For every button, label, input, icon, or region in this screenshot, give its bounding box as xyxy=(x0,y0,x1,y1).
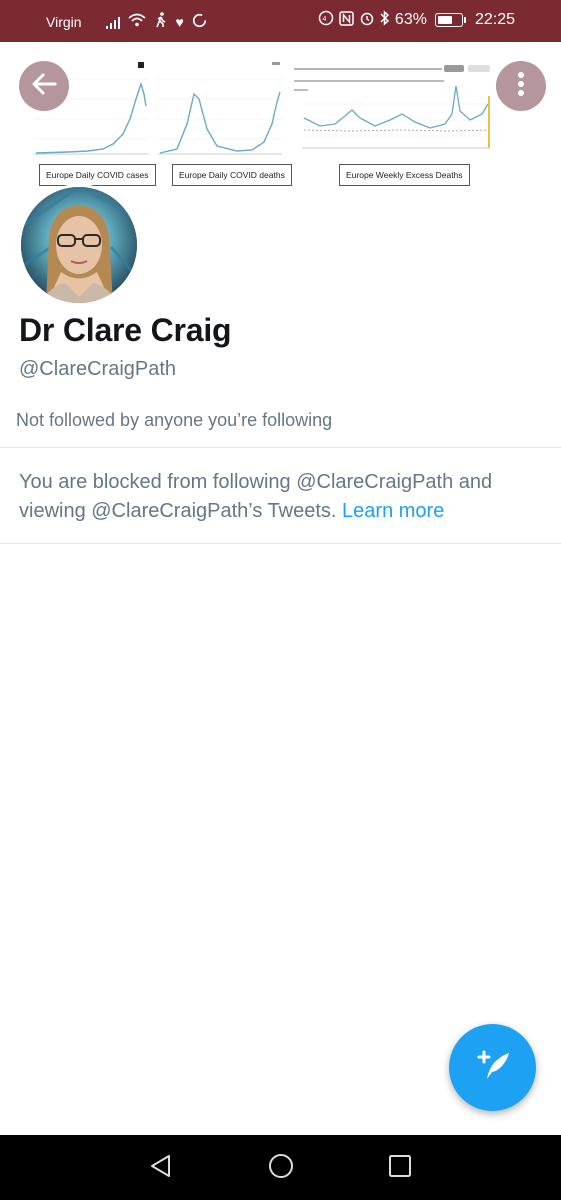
profile-banner[interactable]: Europe Daily COVID cases Europe Daily CO… xyxy=(0,42,561,190)
carrier-label: Virgin xyxy=(46,14,82,30)
sync-icon xyxy=(192,13,207,32)
status-right: 4 63% 22:25 xyxy=(318,10,515,30)
volte-icon: 4 xyxy=(318,10,334,30)
compose-tweet-button[interactable] xyxy=(449,1024,536,1111)
nav-back-icon xyxy=(148,1153,174,1184)
profile-name: Dr Clare Craig xyxy=(19,312,232,348)
banner-chart-deaths xyxy=(152,54,284,162)
divider-bottom xyxy=(0,543,561,544)
walking-icon xyxy=(154,12,168,32)
back-button[interactable] xyxy=(19,61,69,111)
alarm-icon xyxy=(359,10,375,30)
battery-icon xyxy=(434,13,466,27)
divider-top xyxy=(0,447,561,448)
blocked-notice: You are blocked from following @ClareCra… xyxy=(19,468,549,526)
battery-percent: 63% xyxy=(394,11,427,28)
compose-tweet-icon xyxy=(473,1045,513,1090)
wifi-icon xyxy=(127,13,146,31)
followed-by-text: Not followed by anyone you’re following xyxy=(16,410,333,430)
status-left: Virgin ♥ xyxy=(46,12,207,32)
nav-home-button[interactable] xyxy=(266,1153,296,1183)
nav-home-icon xyxy=(267,1152,295,1185)
nav-recents-button[interactable] xyxy=(385,1153,415,1183)
heart-icon: ♥ xyxy=(175,14,184,30)
chart-caption-deaths: Europe Daily COVID deaths xyxy=(172,164,292,186)
avatar[interactable] xyxy=(18,184,140,306)
system-nav-bar xyxy=(0,1135,561,1200)
profile-handle: @ClareCraigPath xyxy=(19,358,177,380)
clock: 22:25 xyxy=(474,11,515,28)
banner-chart-excess xyxy=(290,56,496,164)
more-vertical-icon xyxy=(517,71,525,102)
chart-caption-excess: Europe Weekly Excess Deaths xyxy=(339,164,470,186)
signal-icon xyxy=(105,15,120,29)
arrow-left-icon xyxy=(31,72,57,101)
nav-recents-icon xyxy=(387,1153,413,1184)
nav-back-button[interactable] xyxy=(146,1153,176,1183)
learn-more-link[interactable]: Learn more xyxy=(342,500,444,522)
nfc-icon xyxy=(339,10,354,30)
more-options-button[interactable] xyxy=(496,61,546,111)
svg-text:4: 4 xyxy=(322,16,326,23)
chart-caption-cases: Europe Daily COVID cases xyxy=(39,164,156,186)
bluetooth-icon xyxy=(380,10,390,30)
status-bar: Virgin ♥ 4 63% 22:25 xyxy=(0,0,561,42)
